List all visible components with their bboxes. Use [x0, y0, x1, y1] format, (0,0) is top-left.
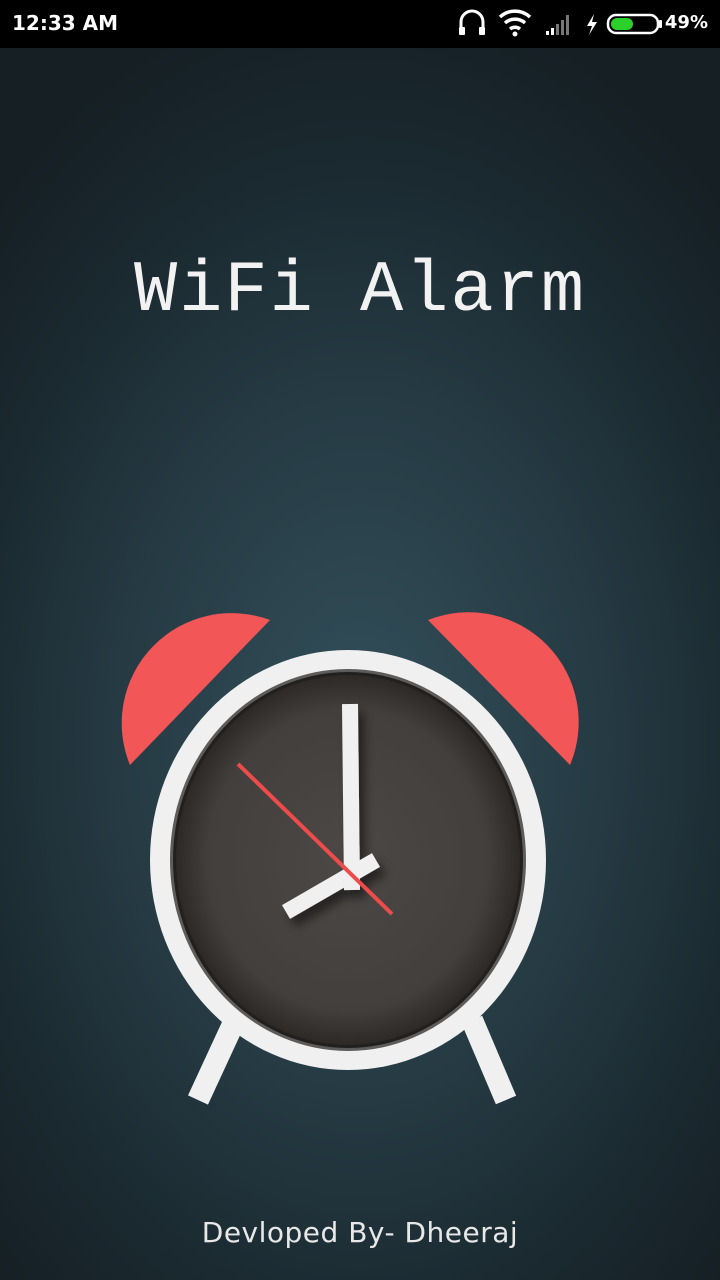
status-bar: 12:33 AM 49% [0, 0, 720, 48]
wifi-icon [498, 9, 532, 37]
status-time: 12:33 AM [12, 11, 119, 35]
battery-percent: 49% [664, 12, 708, 33]
right-leg [461, 1015, 517, 1105]
signal-icon [546, 15, 569, 35]
app-title: WiFi Alarm [133, 250, 587, 332]
battery-icon [606, 13, 662, 35]
left-leg [188, 1015, 245, 1105]
alarm-clock-icon [121, 612, 579, 1105]
developer-credit: Devloped By- Dheeraj [201, 1216, 519, 1249]
minute-hand [342, 703, 360, 891]
charging-bolt-icon [587, 14, 597, 35]
headset-icon [459, 9, 485, 35]
